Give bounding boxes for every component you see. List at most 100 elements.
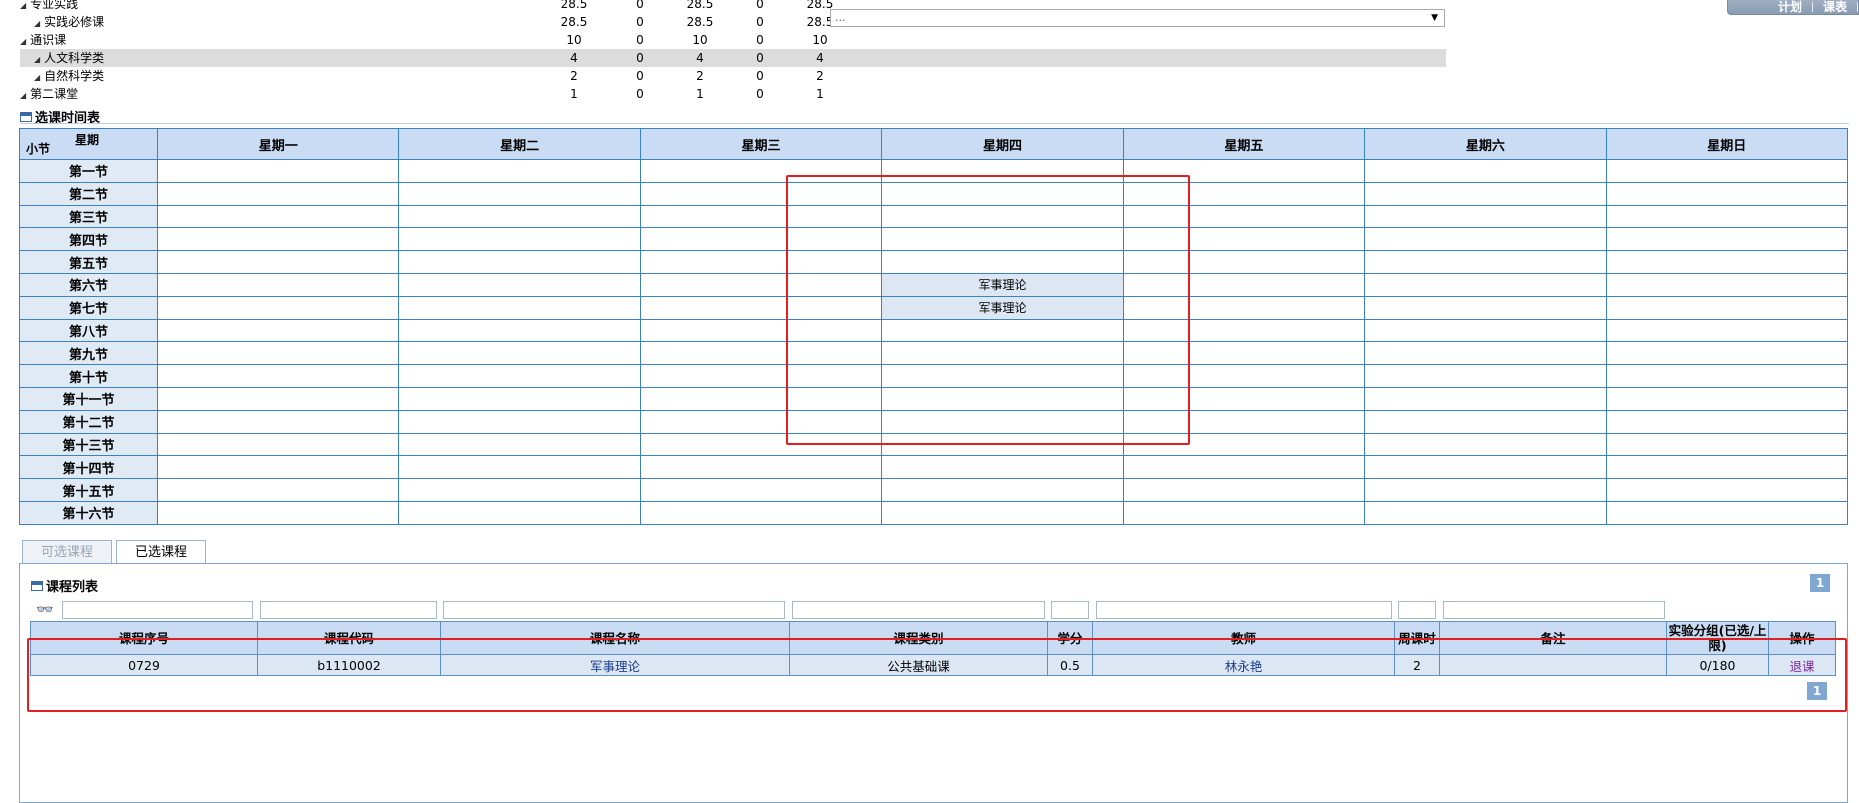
- timetable-cell[interactable]: [1605, 295, 1849, 320]
- timetable-cell[interactable]: [1605, 272, 1849, 297]
- timetable-cell[interactable]: [398, 159, 641, 183]
- timetable-cell[interactable]: [398, 386, 641, 411]
- tree-row[interactable]: ◢ 人文科学类 4 0 4 0 4: [20, 49, 1446, 67]
- timetable-cell[interactable]: [1364, 500, 1607, 525]
- timetable-cell[interactable]: [398, 181, 641, 206]
- pager-top[interactable]: 1: [1810, 574, 1830, 592]
- timetable-cell[interactable]: [1122, 455, 1366, 480]
- timetable-cell[interactable]: [1364, 318, 1607, 343]
- timetable-cell[interactable]: [398, 432, 641, 457]
- timetable-cell[interactable]: [398, 318, 641, 343]
- timetable-cell[interactable]: [881, 500, 1124, 525]
- timetable-cell[interactable]: [1605, 386, 1849, 411]
- timetable-cell[interactable]: [1364, 478, 1607, 502]
- timetable-cell[interactable]: [1364, 409, 1607, 434]
- timetable-cell[interactable]: [881, 455, 1124, 480]
- binoculars-icon[interactable]: 👓: [36, 602, 53, 618]
- expand-triangle-icon[interactable]: ◢: [20, 1, 26, 10]
- timetable-cell[interactable]: [398, 500, 641, 525]
- timetable-cell[interactable]: [156, 318, 400, 343]
- timetable-cell[interactable]: [156, 250, 400, 274]
- timetable-cell[interactable]: [1605, 364, 1849, 388]
- timetable-cell[interactable]: [398, 341, 641, 366]
- timetable-cell[interactable]: [1364, 364, 1607, 388]
- timetable-cell[interactable]: [156, 409, 400, 434]
- expand-triangle-icon[interactable]: ◢: [34, 19, 40, 28]
- timetable-cell[interactable]: [156, 455, 400, 480]
- timetable-cell[interactable]: [156, 500, 400, 525]
- timetable-cell[interactable]: [1605, 318, 1849, 343]
- timetable-cell[interactable]: [1605, 204, 1849, 229]
- expand-triangle-icon[interactable]: ◢: [34, 55, 40, 64]
- tree-row[interactable]: ◢ 自然科学类 2 0 2 0 2: [20, 67, 1446, 85]
- plan-button[interactable]: 计划: [1768, 1, 1812, 13]
- timetable-cell[interactable]: [156, 159, 400, 183]
- filter-remark-input[interactable]: [1443, 601, 1665, 619]
- timetable-cell[interactable]: [1605, 478, 1849, 502]
- timetable-cell[interactable]: [398, 455, 641, 480]
- requirement-select[interactable]: ... ▼: [830, 9, 1445, 27]
- tab-available-courses[interactable]: 可选课程: [22, 540, 113, 564]
- timetable-cell[interactable]: [1122, 500, 1366, 525]
- timetable-cell[interactable]: [398, 295, 641, 320]
- timetable-cell[interactable]: [1364, 204, 1607, 229]
- timetable-cell[interactable]: [156, 386, 400, 411]
- timetable-cell[interactable]: [156, 181, 400, 206]
- filter-course-no-input[interactable]: [62, 601, 253, 619]
- timetable-cell[interactable]: [1364, 227, 1607, 252]
- timetable-cell[interactable]: [1605, 500, 1849, 525]
- expand-triangle-icon[interactable]: ◢: [20, 37, 26, 46]
- timetable-cell[interactable]: [1364, 250, 1607, 274]
- tree-row[interactable]: ◢ 第二课堂 1 0 1 0 1: [20, 85, 1446, 103]
- dropdown-arrow-icon[interactable]: ▼: [1431, 10, 1438, 26]
- timetable-cell[interactable]: [1605, 227, 1849, 252]
- timetable-cell[interactable]: [1364, 455, 1607, 480]
- filter-credit-input[interactable]: [1051, 601, 1089, 619]
- timetable-cell[interactable]: [1364, 432, 1607, 457]
- timetable-cell[interactable]: [156, 432, 400, 457]
- filter-course-name-input[interactable]: [443, 601, 785, 619]
- timetable-cell[interactable]: [156, 478, 400, 502]
- expand-triangle-icon[interactable]: ◢: [34, 73, 40, 82]
- timetable-cell[interactable]: [398, 250, 641, 274]
- timetable-cell[interactable]: [1605, 341, 1849, 366]
- timetable-cell[interactable]: [156, 227, 400, 252]
- timetable-cell[interactable]: [156, 364, 400, 388]
- timetable-cell[interactable]: [156, 204, 400, 229]
- timetable-cell[interactable]: [1364, 272, 1607, 297]
- timetable-cell[interactable]: [398, 227, 641, 252]
- timetable-cell[interactable]: [1364, 181, 1607, 206]
- timetable-cell[interactable]: [639, 455, 883, 480]
- timetable-cell[interactable]: [1605, 432, 1849, 457]
- tree-row[interactable]: ◢ 通识课 10 0 10 0 10: [20, 31, 1446, 49]
- timetable-cell[interactable]: [398, 409, 641, 434]
- timetable-cell[interactable]: [398, 478, 641, 502]
- timetable-cell[interactable]: [1364, 159, 1607, 183]
- tab-selected-courses[interactable]: 已选课程: [116, 540, 207, 565]
- timetable-cell[interactable]: [639, 478, 883, 502]
- schedule-button[interactable]: 课表: [1813, 1, 1857, 13]
- timetable-cell[interactable]: [156, 272, 400, 297]
- filter-course-code-input[interactable]: [260, 601, 437, 619]
- timetable-cell[interactable]: [1605, 159, 1849, 183]
- timetable-cell[interactable]: [398, 204, 641, 229]
- timetable-cell[interactable]: [1605, 181, 1849, 206]
- timetable-cell[interactable]: [398, 364, 641, 388]
- timetable-cell[interactable]: [1605, 250, 1849, 274]
- timetable-cell[interactable]: [1122, 478, 1366, 502]
- timetable-cell[interactable]: [156, 295, 400, 320]
- timetable-cell[interactable]: [639, 500, 883, 525]
- timetable-cell[interactable]: [156, 341, 400, 366]
- timetable-cell[interactable]: [1605, 409, 1849, 434]
- filter-week-hours-input[interactable]: [1398, 601, 1436, 619]
- timetable-cell[interactable]: [398, 272, 641, 297]
- timetable-cell[interactable]: [1364, 295, 1607, 320]
- timetable-cell[interactable]: [1364, 341, 1607, 366]
- timetable-cell[interactable]: [1605, 455, 1849, 480]
- tree-row-value: 2: [696, 69, 704, 83]
- expand-triangle-icon[interactable]: ◢: [20, 91, 26, 100]
- filter-teacher-input[interactable]: [1096, 601, 1392, 619]
- filter-course-type-input[interactable]: [792, 601, 1045, 619]
- timetable-cell[interactable]: [881, 478, 1124, 502]
- timetable-cell[interactable]: [1364, 386, 1607, 411]
